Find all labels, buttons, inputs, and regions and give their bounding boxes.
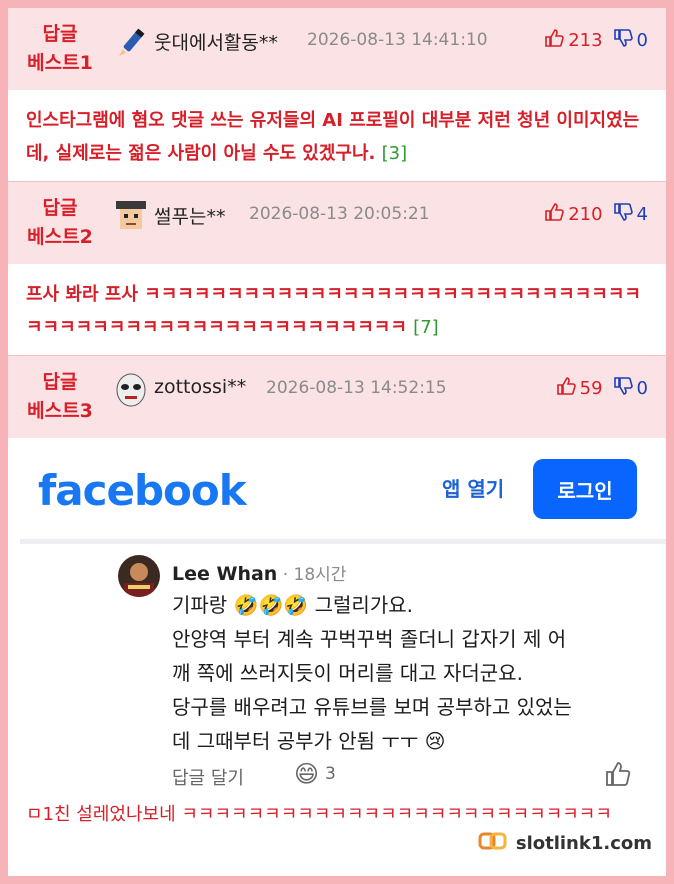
thumbs-down-icon[interactable] bbox=[613, 202, 633, 227]
comment-body: 프사 봐라 프사 ㅋㅋㅋㅋㅋㅋㅋㅋㅋㅋㅋㅋㅋㅋㅋㅋㅋㅋㅋㅋㅋㅋㅋㅋㅋㅋㅋㅋㅋㅋㅋ… bbox=[26, 278, 654, 344]
comment-header: 답글 베스트3 zottossi** 2026-08-13 14:52:15 5… bbox=[8, 356, 666, 438]
badge-rank: 베스트3 bbox=[27, 400, 93, 422]
badge-rank: 베스트1 bbox=[27, 52, 93, 74]
username[interactable]: 웃대에서활동** bbox=[154, 28, 278, 55]
pencil-icon[interactable] bbox=[114, 25, 148, 59]
vote-box: 213 0 bbox=[544, 28, 648, 53]
embedded-facebook-screenshot: facebook 앱 열기 로그인 Lee Whan · 18시간 기파랑 🤣🤣… bbox=[8, 438, 666, 800]
best-reply-badge: 답글 베스트1 bbox=[12, 20, 108, 78]
comment-date: 2026-08-13 14:52:15 bbox=[266, 378, 447, 398]
badge-rank: 베스트2 bbox=[27, 226, 93, 248]
badge-label: 답글 bbox=[42, 371, 78, 393]
downvote-count: 0 bbox=[636, 30, 648, 51]
facebook-comment-text: 기파랑 🤣🤣🤣 그럴리가요. 안양역 부터 계속 꾸벅꾸벅 졸더니 갑자기 제 … bbox=[172, 588, 642, 758]
commenter-label: Lee Whan bbox=[172, 563, 278, 585]
thumbs-up-icon[interactable] bbox=[544, 28, 564, 53]
comment-date: 2026-08-13 14:41:10 bbox=[307, 30, 488, 50]
comment-line: 데 그때부터 공부가 안됨 ㅜㅜ 😢 bbox=[172, 729, 446, 753]
comment-line: 당구를 배우려고 유튜브를 보며 공부하고 있었는 bbox=[172, 695, 572, 719]
badge-label: 답글 bbox=[42, 197, 78, 219]
username[interactable]: zottossi** bbox=[154, 376, 246, 398]
like-thumb-icon[interactable] bbox=[604, 760, 632, 792]
thumbs-up-icon[interactable] bbox=[544, 202, 564, 227]
avatar[interactable] bbox=[118, 555, 160, 597]
comment-header: 답글 베스트2 썰푸는** 2026-08-13 20:05:21 210 4 bbox=[8, 182, 666, 264]
pixel-face-icon[interactable] bbox=[114, 199, 148, 233]
upvote-count: 213 bbox=[568, 30, 603, 51]
facebook-comment-actions: 답글 달기 😄 3 bbox=[172, 760, 632, 792]
reply-count[interactable]: [7] bbox=[413, 317, 439, 338]
best-reply-badge: 답글 베스트3 bbox=[12, 368, 108, 426]
comment-line: 기파랑 🤣🤣🤣 그럴리가요. bbox=[172, 593, 413, 617]
comment-time: · 18시간 bbox=[277, 565, 347, 585]
login-button[interactable]: 로그인 bbox=[533, 459, 637, 519]
comment-body: ㅁ1친 설레었나보네 ㅋㅋㅋㅋㅋㅋㅋㅋㅋㅋㅋㅋㅋㅋㅋㅋㅋㅋㅋㅋㅋㅋㅋㅋㅋㅋ bbox=[26, 804, 612, 825]
best-reply-badge: 답글 베스트2 bbox=[12, 194, 108, 252]
thumbs-up-icon[interactable] bbox=[556, 376, 576, 401]
open-app-button[interactable]: 앱 열기 bbox=[442, 473, 504, 502]
comment-date: 2026-08-13 20:05:21 bbox=[249, 204, 430, 224]
thumbs-down-icon[interactable] bbox=[613, 376, 633, 401]
upvote-count: 210 bbox=[568, 204, 603, 225]
laughing-emoji-icon: 😄 bbox=[294, 760, 320, 788]
vote-box: 210 4 bbox=[544, 202, 648, 227]
comment-line: 안양역 부터 계속 꾸벅꾸벅 졸더니 갑자기 제 어 bbox=[172, 627, 567, 651]
reply-button[interactable]: 답글 달기 bbox=[172, 764, 244, 790]
facebook-logo: facebook bbox=[38, 466, 247, 515]
comment-list: 답글 베스트1 웃대에서활동** 2026-08-13 14:41:10 213… bbox=[8, 8, 666, 876]
reply-count[interactable]: [3] bbox=[382, 143, 408, 164]
badge-label: 답글 bbox=[42, 23, 78, 45]
divider bbox=[20, 539, 666, 544]
comment-body: 인스타그램에 혐오 댓글 쓰는 유저들의 AI 프로필이 대부분 저런 청년 이… bbox=[26, 104, 654, 170]
comment-text: 인스타그램에 혐오 댓글 쓰는 유저들의 AI 프로필이 대부분 저런 청년 이… bbox=[26, 110, 640, 164]
comment-line: 깨 쪽에 쓰러지듯이 머리를 대고 자더군요. bbox=[172, 661, 523, 685]
downvote-count: 4 bbox=[636, 204, 648, 225]
commenter-name[interactable]: Lee Whan · 18시간 bbox=[172, 560, 346, 585]
reaction-count: 3 bbox=[325, 764, 336, 784]
comment-text: 프사 봐라 프사 ㅋㅋㅋㅋㅋㅋㅋㅋㅋㅋㅋㅋㅋㅋㅋㅋㅋㅋㅋㅋㅋㅋㅋㅋㅋㅋㅋㅋㅋㅋㅋ… bbox=[26, 284, 641, 338]
site-watermark: slotlink1.com bbox=[478, 830, 652, 857]
downvote-count: 0 bbox=[636, 378, 648, 399]
watermark-text: slotlink1.com bbox=[515, 833, 652, 854]
link-icon bbox=[478, 830, 508, 857]
mask-face-icon[interactable] bbox=[114, 373, 148, 407]
thumbs-down-icon[interactable] bbox=[613, 28, 633, 53]
upvote-count: 59 bbox=[579, 378, 603, 399]
vote-box: 59 0 bbox=[556, 376, 648, 401]
reaction-summary[interactable]: 😄 3 bbox=[294, 760, 336, 788]
username[interactable]: 썰푸는** bbox=[154, 202, 225, 229]
comment-header: 답글 베스트1 웃대에서활동** 2026-08-13 14:41:10 213… bbox=[8, 8, 666, 90]
